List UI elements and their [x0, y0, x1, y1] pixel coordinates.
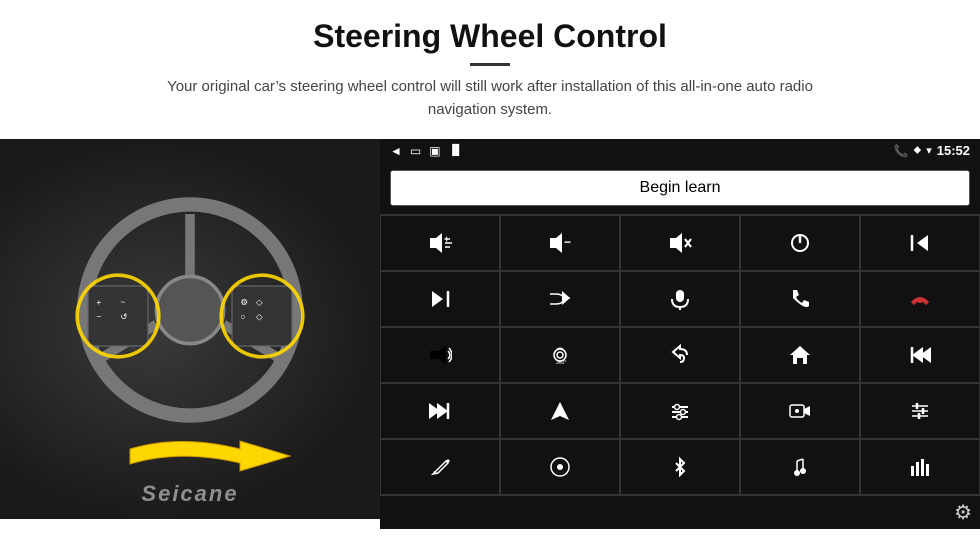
audiobars-icon [909, 456, 931, 478]
navigate-icon [549, 400, 571, 422]
page-subtitle: Your original car’s steering wheel contr… [140, 76, 840, 121]
eq-icon [669, 400, 691, 422]
power-button[interactable] [740, 215, 860, 271]
vol-down-icon: − [548, 232, 572, 254]
seicane-watermark: Seicane [141, 481, 238, 507]
rewind-icon [909, 344, 931, 366]
camera360-icon: 360° [548, 344, 572, 366]
phone-status-icon: 📞 [894, 144, 909, 158]
svg-text:◇: ◇ [256, 297, 263, 307]
status-bar-right: 📞 ⬥ ▾ 15:52 [894, 143, 970, 158]
prev-track-button[interactable] [860, 215, 980, 271]
shuffle-button[interactable] [500, 271, 620, 327]
recent-nav-icon[interactable]: ▣ [429, 144, 440, 158]
phone-button[interactable] [740, 271, 860, 327]
dashcam-button[interactable] [740, 383, 860, 439]
signal-bars: ▐▌ [449, 145, 463, 156]
prev-track-icon [909, 232, 931, 254]
back-nav-icon[interactable]: ◄ [390, 144, 402, 158]
bottom-bar: ⚙ [380, 495, 980, 529]
music-icon [789, 456, 811, 478]
home-icon [789, 344, 811, 366]
camera360-button[interactable]: 360° [500, 327, 620, 383]
music-button[interactable] [740, 439, 860, 495]
svg-text:⚙: ⚙ [240, 297, 248, 307]
power-icon [789, 232, 811, 254]
fastforward-button[interactable] [380, 383, 500, 439]
next-track-button[interactable] [380, 271, 500, 327]
sliders-icon [909, 400, 931, 422]
pen-button[interactable] [380, 439, 500, 495]
circle-icon [549, 456, 571, 478]
back-button[interactable] [620, 327, 740, 383]
car-image: + − ~ ↺ ⚙ ◇ ○ ◇ Seicane [0, 139, 380, 519]
begin-learn-button[interactable]: Begin learn [390, 170, 970, 206]
mic-icon [669, 288, 691, 310]
control-panel: ◄ ▭ ▣ ▐▌ 📞 ⬥ ▾ 15:52 Begin learn [380, 139, 980, 519]
mic-button[interactable] [620, 271, 740, 327]
eq-button[interactable] [620, 383, 740, 439]
horn-icon [428, 344, 452, 366]
status-bar-left: ◄ ▭ ▣ ▐▌ [390, 144, 463, 158]
fastforward-icon [429, 400, 451, 422]
time-display: 15:52 [937, 143, 970, 158]
svg-text:○: ○ [240, 312, 245, 322]
yellow-arrow [120, 429, 300, 484]
svg-text:◇: ◇ [256, 312, 263, 322]
svg-text:−: − [564, 235, 571, 249]
svg-text:+: + [444, 234, 449, 244]
svg-text:360°: 360° [556, 360, 566, 366]
bluetooth-button[interactable] [620, 439, 740, 495]
vol-mute-icon [668, 232, 692, 254]
shuffle-icon [548, 288, 572, 310]
hangup-icon [909, 288, 931, 310]
vol-up-icon: + [428, 232, 452, 254]
steering-wheel-svg: + − ~ ↺ ⚙ ◇ ○ ◇ [70, 190, 310, 430]
svg-text:~: ~ [120, 297, 125, 307]
page-header: Steering Wheel Control Your original car… [0, 0, 980, 131]
circle-button[interactable] [500, 439, 620, 495]
title-divider [470, 63, 510, 66]
navigate-button[interactable] [500, 383, 620, 439]
next-track-icon [429, 288, 451, 310]
home-button[interactable] [740, 327, 860, 383]
content-area: + − ~ ↺ ⚙ ◇ ○ ◇ Seicane ◄ ▭ ▣ [0, 139, 980, 519]
begin-learn-row: Begin learn [380, 162, 980, 214]
location-icon: ⬥ [914, 144, 922, 157]
home-nav-icon[interactable]: ▭ [410, 144, 421, 158]
rewind-button[interactable] [860, 327, 980, 383]
svg-text:−: − [96, 312, 101, 322]
hangup-button[interactable] [860, 271, 980, 327]
settings-gear-button[interactable]: ⚙ [954, 500, 972, 525]
svg-text:↺: ↺ [120, 312, 127, 322]
bluetooth-icon [669, 456, 691, 478]
svg-text:+: + [96, 297, 101, 307]
wifi-icon: ▾ [926, 144, 932, 157]
vol-down-button[interactable]: − [500, 215, 620, 271]
horn-button[interactable] [380, 327, 500, 383]
page-title: Steering Wheel Control [40, 18, 940, 55]
sliders-button[interactable] [860, 383, 980, 439]
icon-grid: + − [380, 214, 980, 495]
status-bar: ◄ ▭ ▣ ▐▌ 📞 ⬥ ▾ 15:52 [380, 139, 980, 162]
vol-up-button[interactable]: + [380, 215, 500, 271]
phone-icon [789, 288, 811, 310]
vol-mute-button[interactable] [620, 215, 740, 271]
dashcam-icon [789, 400, 811, 422]
audiobars-button[interactable] [860, 439, 980, 495]
pen-icon [429, 456, 451, 478]
back-icon [669, 344, 691, 366]
